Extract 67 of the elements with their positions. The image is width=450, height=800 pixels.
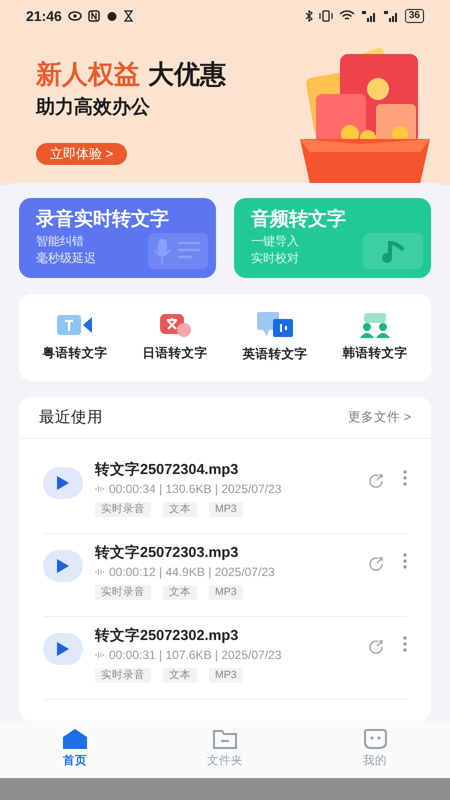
file-info: 00:00:31 | 107.6KB | 2025/07/23 [109,647,282,664]
play-icon [56,558,70,574]
file-tag: 实时录音 [95,585,151,600]
microphone-text-icon [148,233,208,269]
more-icon[interactable] [403,635,407,653]
file-tag: 文本 [163,585,197,600]
banner-title: 大优惠 [148,58,226,90]
file-tag: 实时录音 [95,668,151,683]
language-item[interactable]: 韩语转文字 [325,312,425,363]
play-button[interactable] [43,467,83,499]
feature-subtitle: 一键导入 [251,233,300,250]
banner-title-highlight: 新人权益 [36,58,140,90]
more-files-link[interactable]: 更多文件 > [348,408,411,427]
more-icon[interactable] [403,469,407,487]
nav-tab[interactable]: 文件夹 [150,728,300,771]
nav-tab[interactable]: 我的 [300,728,450,771]
file-name: 转文字25072303.mp3 [95,544,240,563]
hourglass-icon [124,10,133,22]
waveform-icon [95,568,105,576]
try-now-button[interactable]: 立即体验 > [36,142,128,164]
file-info: 00:00:34 | 130.6KB | 2025/07/23 [109,481,282,498]
battery-indicator: 36 [404,9,424,23]
file-tag: 实时录音 [95,502,151,517]
home-icon [62,728,88,750]
smiley-icon [362,728,388,750]
music-folder-icon [363,233,423,269]
eye-icon [68,11,82,21]
file-name: 转文字25072304.mp3 [95,461,240,480]
translate-icon [158,312,192,338]
file-tag: 文本 [163,502,197,517]
share-icon[interactable] [367,555,385,573]
play-button[interactable] [43,550,83,582]
feature-title: 音频转文字 [251,208,347,232]
vibrate-icon [318,10,333,22]
feature-card[interactable]: 录音实时转文字 智能纠错 毫秒级延迟 [19,198,216,278]
bluetooth-icon [304,10,313,22]
waveform-icon [95,485,105,493]
feature-subtitle: 智能纠错 [36,233,85,250]
wifi-icon [338,10,355,22]
signal-icon [382,10,399,22]
file-tag: MP3 [209,668,243,683]
play-icon [56,641,70,657]
play-icon [56,475,70,491]
recent-title: 最近使用 [39,408,103,428]
waveform-icon [95,651,105,659]
feature-subtitle: 毫秒级延迟 [36,250,97,267]
file-tag: MP3 [209,585,243,600]
share-icon[interactable] [367,472,385,490]
nfc-icon [88,10,100,22]
file-tag: MP3 [209,502,243,517]
signal-icon [360,10,377,22]
share-icon[interactable] [367,638,385,656]
language-item[interactable]: 英语转文字 [225,311,325,364]
speech-bubble-icon [255,311,295,340]
language-item[interactable]: 粤语转文字 [25,312,125,363]
feature-title: 录音实时转文字 [36,208,170,232]
file-info: 00:00:12 | 44.9KB | 2025/07/23 [109,564,275,581]
feature-subtitle: 实时校对 [251,250,300,267]
language-item[interactable]: 日语转文字 [125,312,225,363]
banner-subtitle: 助力高效办公 [36,96,151,120]
play-button[interactable] [43,633,83,665]
more-icon[interactable] [403,552,407,570]
nav-tab[interactable]: 首页 [0,728,150,771]
file-tag: 文本 [163,668,197,683]
status-time: 21:46 [26,6,62,26]
folder-icon [212,728,238,750]
file-name: 转文字25072302.mp3 [95,627,240,646]
